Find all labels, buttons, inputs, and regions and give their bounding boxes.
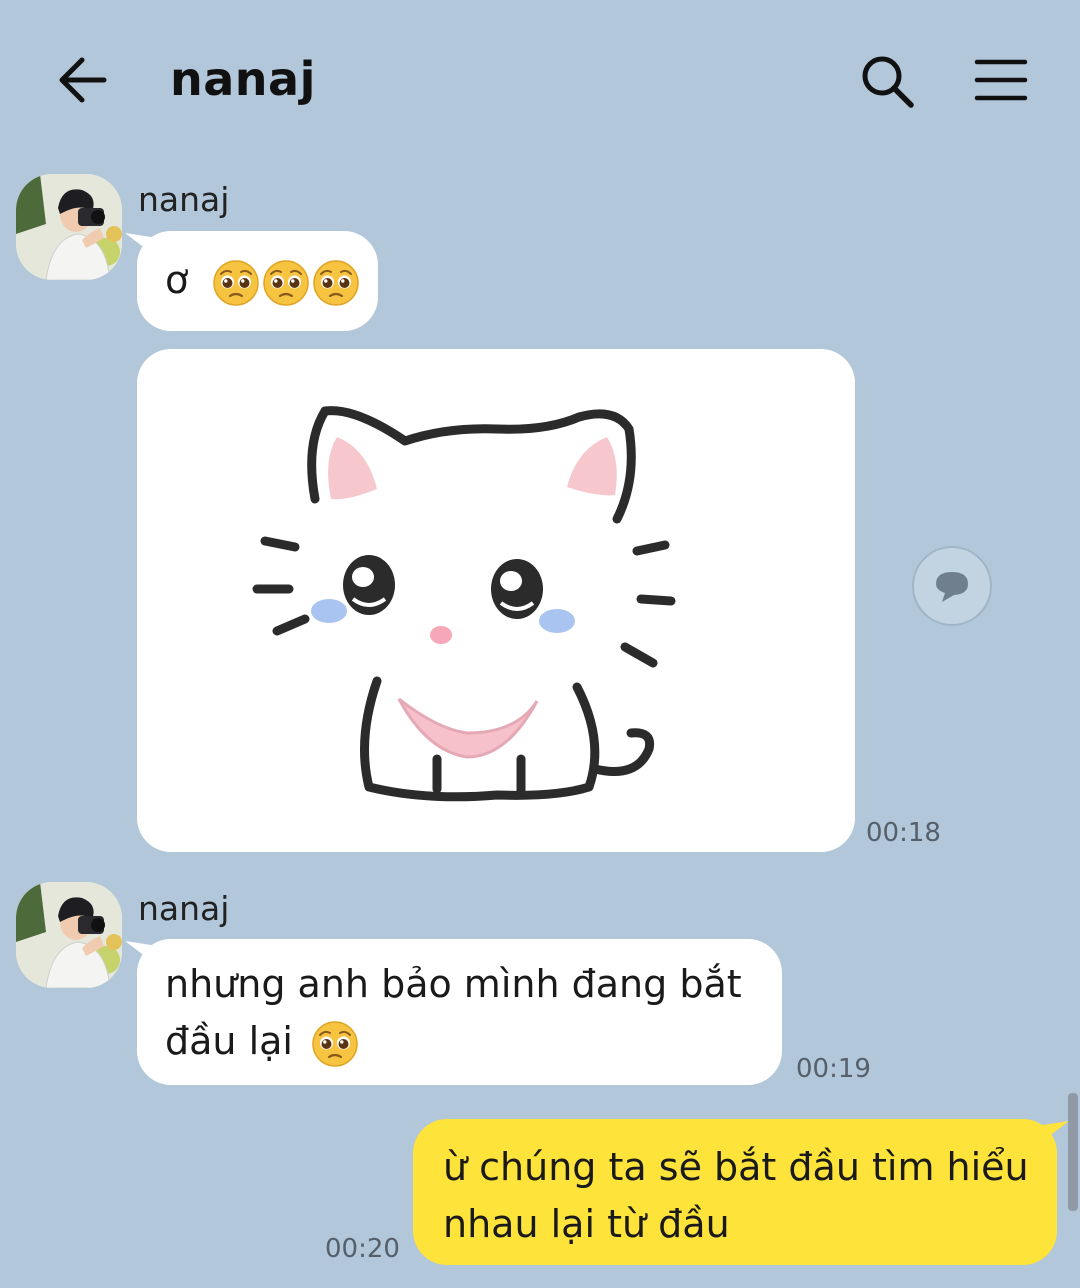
sender-name: nanaj	[138, 889, 230, 928]
message-text-line: nhưng anh bảo mình đang bắt	[165, 962, 742, 1006]
scrollbar[interactable]	[1068, 1093, 1078, 1211]
message-text-line: ừ chúng ta sẽ bắt đầu tìm hiểu	[443, 1145, 1029, 1189]
back-arrow-icon[interactable]	[56, 56, 108, 104]
message-bubble[interactable]: nhưng anh bảo mình đang bắt đầu lại	[137, 939, 782, 1085]
outgoing-message-bubble[interactable]: ừ chúng ta sẽ bắt đầu tìm hiểu nhau lại …	[413, 1119, 1057, 1265]
menu-icon[interactable]	[974, 58, 1028, 102]
reply-comment-icon[interactable]	[912, 546, 992, 626]
pleading-face-emoji	[312, 259, 360, 307]
message-bubble[interactable]: ơ	[137, 231, 378, 331]
message-time: 00:20	[325, 1234, 400, 1264]
message-time: 00:18	[866, 818, 941, 848]
kitten-sticker[interactable]	[137, 349, 855, 852]
sender-name: nanaj	[138, 180, 230, 219]
pleading-face-emoji	[311, 1020, 359, 1068]
sender-avatar[interactable]	[16, 882, 122, 988]
pleading-face-emoji	[262, 259, 310, 307]
message-time: 00:19	[796, 1054, 871, 1084]
message-text-line: nhau lại từ đầu	[443, 1202, 730, 1246]
chat-header: nanaj	[0, 0, 1080, 160]
search-icon[interactable]	[860, 54, 916, 110]
message-text: ơ	[165, 258, 189, 302]
chat-title: nanaj	[170, 52, 316, 106]
message-text-line: đầu lại	[165, 1019, 293, 1063]
sender-avatar[interactable]	[16, 174, 122, 280]
pleading-face-emoji	[212, 259, 260, 307]
